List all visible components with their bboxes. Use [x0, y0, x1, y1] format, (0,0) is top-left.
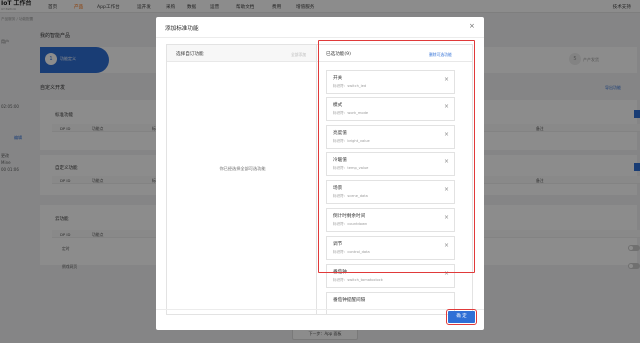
empty-state-text: 你已经选择全部可选功能: [219, 166, 266, 171]
function-name: 场景: [333, 186, 343, 191]
remove-icon[interactable]: ×: [444, 186, 449, 193]
add-standard-function-dialog: 添加标准功能 × 选择自订功能 全部添加 你已经选择全部可选功能 已选功能(9)…: [156, 17, 484, 330]
remove-icon[interactable]: ×: [444, 76, 449, 83]
function-identifier: 标识符：control_data: [333, 250, 370, 254]
dialog-title: 添加标准功能: [165, 26, 199, 32]
selected-function-card: 模式 标识符：work_mode ×: [326, 97, 455, 121]
remove-icon[interactable]: ×: [444, 131, 449, 138]
remove-optional-button[interactable]: 删除可选功能: [429, 52, 452, 58]
function-identifier: 标识符：countdown: [333, 222, 368, 226]
function-identifier: 标识符：temp_value: [333, 166, 369, 170]
divider: [156, 309, 484, 310]
remove-icon[interactable]: ×: [444, 103, 449, 110]
function-name: 倒计时剩余时间: [333, 214, 366, 219]
function-name: 模式: [333, 103, 343, 108]
function-identifier: 标识符：scene_data: [333, 194, 368, 198]
selected-functions-panel: 已选功能(9) 删除可选功能 开关 标识符：switch_led × 模式 标识…: [317, 44, 473, 315]
selected-functions-title: 已选功能(9): [326, 52, 351, 57]
selected-function-card: 场景 标识符：scene_data ×: [326, 180, 455, 204]
confirm-button[interactable]: 确 定: [446, 309, 477, 325]
function-name: 番茄钟: [333, 270, 347, 275]
function-name: 开关: [333, 76, 343, 81]
selected-functions-header: 已选功能(9) 删除可选功能: [317, 45, 472, 62]
remove-icon[interactable]: ×: [444, 214, 449, 221]
function-identifier: 标识符：bright_value: [333, 139, 370, 143]
selected-function-card: 番茄钟提醒间隔: [326, 292, 455, 314]
available-functions-title: 选择自订功能: [176, 52, 204, 57]
selected-function-card: 亮度值 标识符：bright_value ×: [326, 125, 455, 149]
available-functions-header: 选择自订功能 全部添加: [167, 45, 316, 62]
remove-icon[interactable]: ×: [444, 158, 449, 165]
function-identifier: 标识符：switch_led: [333, 84, 367, 88]
selected-function-card: 倒计时剩余时间 标识符：countdown ×: [326, 208, 455, 232]
divider: [156, 37, 484, 38]
available-functions-panel: 选择自订功能 全部添加 你已经选择全部可选功能: [166, 44, 317, 315]
selected-function-card: 番茄钟 标识符：switch_tomatoclock ×: [326, 264, 455, 288]
add-all-button[interactable]: 全部添加: [291, 52, 306, 58]
remove-icon[interactable]: ×: [444, 242, 449, 249]
function-identifier: 标识符：switch_tomatoclock: [333, 278, 383, 282]
remove-icon[interactable]: ×: [444, 270, 449, 277]
close-icon[interactable]: ×: [469, 22, 475, 30]
function-name: 亮度值: [333, 131, 347, 136]
function-name: 番茄钟提醒间隔: [333, 298, 366, 303]
selected-function-card: 开关 标识符：switch_led ×: [326, 70, 455, 94]
selected-function-card: 调节 标识符：control_data ×: [326, 236, 455, 260]
selected-function-card: 冷暖值 标识符：temp_value ×: [326, 152, 455, 176]
function-identifier: 标识符：work_mode: [333, 111, 369, 115]
function-name: 冷暖值: [333, 158, 347, 163]
function-name: 调节: [333, 242, 343, 247]
